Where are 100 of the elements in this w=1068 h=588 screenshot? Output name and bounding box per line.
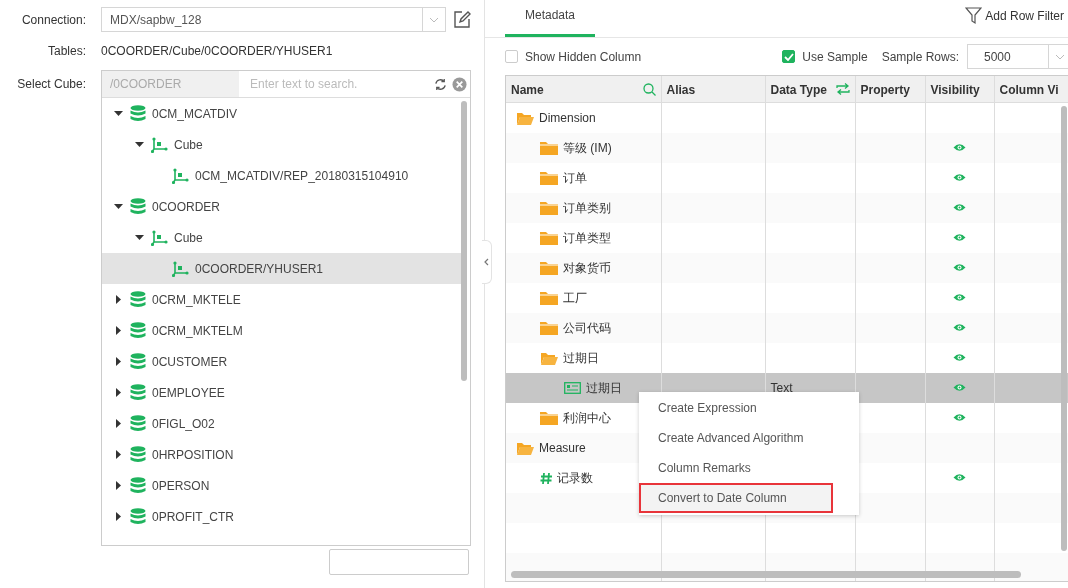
tree-item[interactable]: 0CRM_MKTELM [102,315,462,346]
tree-item[interactable]: 0PROFIT_CTR [102,501,462,532]
table-cell: 订单 [563,169,587,187]
chevron-down-icon [1055,53,1065,60]
edit-icon[interactable] [453,10,471,29]
tree-item[interactable]: 0EMPLOYEE [102,377,462,408]
eye-icon[interactable] [953,383,966,392]
folder-open-icon [516,110,534,126]
sample-rows-select[interactable]: 5000 [967,44,1068,69]
input-field[interactable] [329,549,469,575]
table-cell: Dimension [539,111,596,125]
folder-icon [540,140,558,156]
caret-right-icon[interactable] [113,512,123,521]
database-icon [130,415,146,432]
table-cell: Text [770,381,793,395]
collapse-handle[interactable] [482,240,492,284]
swap-icon[interactable] [835,82,850,95]
cube-icon [172,167,189,184]
folder-icon [540,320,558,336]
folder-open-icon [540,350,558,366]
tree-item[interactable]: 0PERSON [102,470,462,501]
search-icon[interactable] [642,82,656,96]
table-row[interactable]: 对象货币 [506,253,1068,283]
hash-icon [540,471,552,485]
folder-icon [540,230,558,246]
eye-icon[interactable] [953,293,966,302]
column-header[interactable]: Name [506,76,661,103]
table-cell: 利润中心 [563,409,611,427]
caret-right-icon[interactable] [113,326,123,335]
tree-item[interactable]: 0COORDER/YHUSER1 [102,253,462,284]
eye-icon[interactable] [953,143,966,152]
folder-open-icon [516,440,534,456]
database-icon [130,446,146,463]
eye-icon[interactable] [953,413,966,422]
database-icon [130,353,146,370]
tab[interactable]: Metadata [505,2,595,37]
caret-right-icon[interactable] [113,388,123,397]
scrollbar[interactable] [461,101,467,381]
chevron-down-icon [429,16,439,23]
tree-item[interactable]: 0CM_MCATDIV/REP_20180315104910 [102,160,462,191]
table-cell: 对象货币 [563,259,611,277]
clear-icon[interactable] [452,76,467,92]
menu-item[interactable]: Column Remarks [639,453,859,483]
column-header[interactable]: Visibility [925,76,994,103]
caret-down-icon[interactable] [134,233,144,242]
tree-item[interactable]: 0FIGL_O02 [102,408,462,439]
scrollbar[interactable] [511,571,1021,578]
eye-icon[interactable] [953,233,966,242]
table-cell: 订单类别 [563,199,611,217]
tree-item[interactable]: 0CM_MCATDIV [102,98,462,129]
caret-down-icon[interactable] [113,109,123,118]
table-cell: 订单类型 [563,229,611,247]
eye-icon[interactable] [953,203,966,212]
cube-icon [151,229,168,246]
tree-item[interactable]: 0HRPOSITION [102,439,462,470]
table-cell: 公司代码 [563,319,611,337]
table-row[interactable]: 订单类别 [506,193,1068,223]
connection-select[interactable]: MDX/sapbw_128 [101,7,446,32]
show-hidden-checkbox[interactable]: Show Hidden Column [505,49,642,64]
column-header[interactable]: Alias [661,76,765,103]
table-cell: 过期日 [586,379,622,397]
field-label: Tables: [46,44,86,58]
tree-item[interactable]: Cube [102,129,462,160]
database-icon [130,105,146,122]
caret-down-icon[interactable] [113,202,123,211]
tables-value: 0COORDER/Cube/0COORDER/YHUSER1 [101,44,333,58]
menu-item[interactable]: Create Advanced Algorithm [639,423,859,453]
column-header[interactable]: Column Vi [994,76,1068,103]
database-icon [130,198,146,215]
tree-item[interactable]: 0CRM_MKTELE [102,284,462,315]
text-field-icon [564,382,581,394]
caret-right-icon[interactable] [113,295,123,304]
tree-item[interactable]: 0CUSTOMER [102,346,462,377]
use-sample-checkbox[interactable]: Use Sample [782,49,868,64]
database-icon [130,322,146,339]
table-row[interactable]: 等级 (IM) [506,133,1068,163]
tree-item[interactable]: 0COORDER [102,191,462,222]
eye-icon[interactable] [953,173,966,182]
folder-icon [540,200,558,216]
caret-right-icon[interactable] [113,357,123,366]
column-header[interactable]: Data Type [765,76,855,103]
eye-icon[interactable] [953,323,966,332]
caret-down-icon[interactable] [134,140,144,149]
caret-right-icon[interactable] [113,450,123,459]
scrollbar[interactable] [1061,106,1067,551]
column-header[interactable]: Property [855,76,925,103]
tree-item[interactable]: Cube [102,222,462,253]
menu-item[interactable]: Convert to Date Column [639,483,833,513]
caret-right-icon[interactable] [113,481,123,490]
database-icon [130,291,146,308]
eye-icon[interactable] [953,353,966,362]
caret-right-icon[interactable] [113,419,123,428]
filter-icon [965,6,983,25]
table-row[interactable]: 公司代码 [506,313,1068,343]
add-row-filter-button[interactable]: Add Row Filter [965,6,1064,25]
folder-icon [540,170,558,186]
refresh-icon[interactable] [434,77,447,91]
eye-icon[interactable] [953,473,966,482]
database-icon [130,477,146,494]
eye-icon[interactable] [953,263,966,272]
